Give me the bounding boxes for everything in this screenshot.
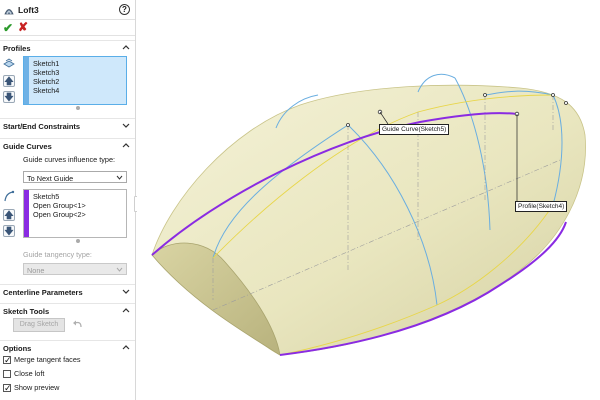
graphics-viewport[interactable]: Guide Curve(Sketch5) Profile(Sketch4) (137, 0, 600, 400)
cancel-button[interactable]: ✘ (18, 20, 28, 34)
show-preview-label: Show preview (14, 383, 60, 392)
list-item[interactable]: Sketch2 (33, 77, 59, 86)
profile-callout[interactable]: Profile(Sketch4) (515, 201, 568, 212)
influence-type-value: To Next Guide (27, 173, 74, 183)
list-item[interactable]: Sketch4 (33, 86, 59, 95)
chevron-down-icon[interactable] (122, 121, 130, 129)
undo-icon (73, 320, 82, 328)
chevron-up-icon[interactable] (122, 306, 130, 314)
tangency-type-select: None (23, 263, 127, 275)
section-start-end-title: Start/End Constraints (3, 122, 81, 131)
section-centerline-title: Centerline Parameters (3, 288, 83, 297)
guide-curves-listbox[interactable]: Sketch5 Open Group<1> Open Group<2> (23, 189, 127, 238)
loft-profile-icon (3, 58, 15, 68)
section-options-header[interactable]: Options (0, 340, 135, 354)
section-profiles-header[interactable]: Profiles (0, 40, 135, 54)
move-up-button[interactable]: 🡅 (3, 209, 15, 221)
chevron-down-icon[interactable] (122, 287, 130, 295)
section-sketch-tools-header[interactable]: Sketch Tools (0, 303, 135, 317)
section-guide-curves-header[interactable]: Guide Curves (0, 138, 135, 152)
list-item[interactable]: Open Group<1> (33, 201, 86, 210)
influence-type-label: Guide curves influence type: (23, 155, 116, 164)
section-sketch-tools-title: Sketch Tools (3, 307, 50, 316)
move-down-button[interactable]: 🡇 (3, 91, 15, 103)
loft-feature-icon (4, 9, 14, 15)
checkmark-icon: ✓ (4, 383, 12, 393)
section-centerline-header[interactable]: Centerline Parameters (0, 284, 135, 298)
checkmark-icon: ✓ (4, 355, 12, 365)
section-guide-curves-title: Guide Curves (3, 142, 52, 151)
guide-curve-icon (4, 190, 15, 202)
feature-title: Loft3 (18, 5, 39, 15)
section-options-title: Options (3, 344, 32, 353)
chevron-down-icon (116, 267, 123, 272)
guide-curve-callout[interactable]: Guide Curve(Sketch5) (379, 124, 450, 135)
profiles-listbox[interactable]: Sketch1 Sketch3 Sketch2 Sketch4 (23, 56, 127, 105)
question-circle-icon[interactable]: ? (119, 4, 130, 15)
chevron-up-icon[interactable] (122, 43, 130, 51)
list-item[interactable]: Sketch3 (33, 68, 59, 77)
close-loft-label: Close loft (14, 369, 45, 378)
influence-type-select[interactable]: To Next Guide (23, 171, 127, 183)
move-up-button[interactable]: 🡅 (3, 75, 15, 87)
chevron-down-icon (116, 175, 123, 180)
chevron-up-icon[interactable] (122, 343, 130, 351)
drag-sketch-button: Drag Sketch (13, 318, 65, 332)
move-down-button[interactable]: 🡇 (3, 225, 15, 237)
tangency-type-label: Guide tangency type: (23, 250, 92, 259)
loft-surface[interactable] (151, 84, 586, 356)
section-start-end-header[interactable]: Start/End Constraints (0, 118, 135, 132)
close-loft-checkbox[interactable] (3, 370, 11, 378)
show-preview-checkbox[interactable]: ✓ (3, 383, 12, 393)
chevron-up-icon[interactable] (122, 141, 130, 149)
list-item[interactable]: Sketch5 (33, 192, 59, 201)
section-profiles-title: Profiles (3, 44, 31, 53)
action-bar: ✔ ✘ (0, 20, 135, 36)
merge-tangent-faces-label: Merge tangent faces (14, 355, 81, 364)
resize-grip[interactable] (76, 106, 80, 110)
list-item[interactable]: Sketch1 (33, 59, 59, 68)
list-item[interactable]: Open Group<2> (33, 210, 86, 219)
feature-titlebar: Loft3 ? (0, 0, 135, 20)
ok-button[interactable]: ✔ (3, 21, 13, 35)
guide-curves-strip (24, 190, 29, 237)
loft-preview-model[interactable] (137, 0, 600, 400)
merge-tangent-faces-checkbox[interactable]: ✓ (3, 355, 12, 365)
resize-grip[interactable] (76, 239, 80, 243)
tangency-type-value: None (27, 265, 45, 275)
property-manager-panel: Loft3 ? ✔ ✘ Profiles 🡅 🡇 Sketch1 Sketch3… (0, 0, 136, 400)
profiles-strip (24, 57, 29, 104)
